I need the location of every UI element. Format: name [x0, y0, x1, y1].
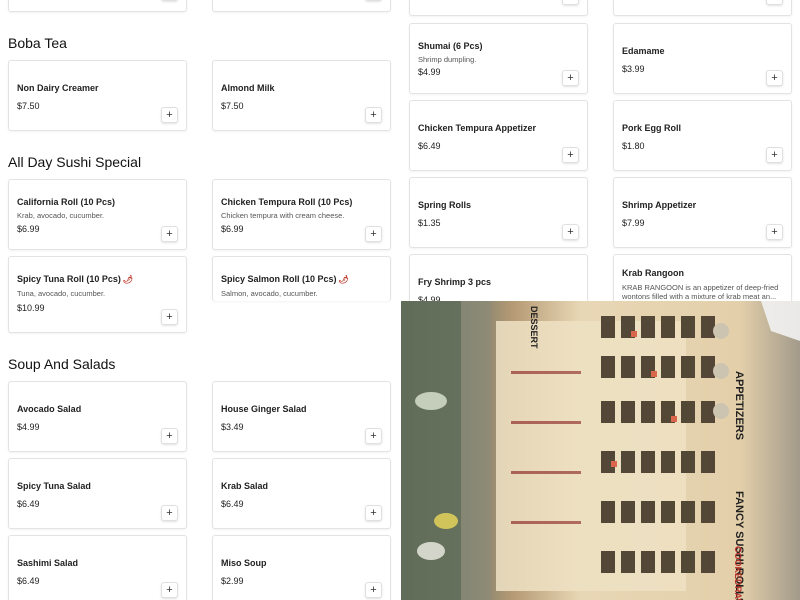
item-name: Sashimi Salad: [17, 558, 79, 568]
item-name: Spicy Tuna Roll (10 Pcs) 🌶: [17, 274, 133, 284]
item-name: Shrimp Appetizer: [622, 200, 697, 210]
item-price: $6.49: [418, 141, 441, 151]
item-price: $7.99: [622, 218, 645, 228]
add-button[interactable]: +: [766, 147, 783, 163]
menu-item-card[interactable]: Miso Soup $2.99 +: [212, 535, 391, 600]
menu-item-card[interactable]: Avocado Salad $4.99 +: [8, 381, 187, 452]
item-name-text: Spicy Salmon Roll (10 Pcs): [221, 274, 337, 284]
item-name-text: Spicy Tuna Roll (10 Pcs): [17, 274, 121, 284]
menu-item-card[interactable]: Spicy Salmon Roll (10 Pcs) 🌶 Salmon, avoc…: [212, 256, 391, 301]
add-button[interactable]: +: [161, 0, 178, 1]
item-price: $3.99: [622, 64, 645, 74]
menu-photo: APPETIZERS FANCY SUSHI ROLLS DESSERT COO…: [401, 301, 800, 600]
add-button[interactable]: +: [365, 582, 382, 598]
add-button[interactable]: +: [766, 0, 783, 5]
item-price: $7.50: [17, 101, 40, 111]
item-name: Avocado Salad: [17, 404, 82, 414]
item-name: California Roll (10 Pcs): [17, 197, 116, 207]
chili-icon: 🌶: [338, 275, 349, 284]
item-name: Non Dairy Creamer: [17, 83, 99, 93]
menu-item-card[interactable]: +: [613, 0, 792, 16]
add-button[interactable]: +: [562, 70, 579, 86]
add-button[interactable]: +: [562, 147, 579, 163]
add-button[interactable]: +: [365, 107, 382, 123]
section-title-soup-salads: Soup And Salads: [8, 356, 116, 372]
menu-item-card[interactable]: Pork Egg Roll $1.80 +: [613, 100, 792, 171]
item-name: Chicken Tempura Roll (10 Pcs): [221, 197, 353, 207]
add-button[interactable]: +: [365, 428, 382, 444]
item-name: Chicken Tempura Appetizer: [418, 123, 537, 133]
item-name: Spicy Tuna Salad: [17, 481, 91, 491]
menu-item-card[interactable]: California Roll (10 Pcs) Krab, avocado, …: [8, 179, 187, 250]
photo-heading-cooked: COOKED: [733, 546, 743, 586]
item-price: $6.49: [17, 576, 40, 586]
item-price: $6.49: [221, 499, 244, 509]
item-price: $1.80: [622, 141, 645, 151]
add-button[interactable]: +: [161, 505, 178, 521]
item-description: Salmon, avocado, cucumber.: [221, 289, 318, 298]
chili-icon: 🌶: [122, 275, 134, 284]
item-price: $1.35: [418, 218, 441, 228]
photo-heading-dessert: DESSERT: [529, 306, 539, 349]
item-price: $6.49: [17, 499, 40, 509]
add-button[interactable]: +: [161, 582, 178, 598]
menu-item-card[interactable]: Spicy Tuna Roll (10 Pcs) 🌶 Tuna, avocado,…: [8, 256, 187, 333]
menu-item-card[interactable]: +: [8, 0, 187, 12]
add-button[interactable]: +: [562, 0, 579, 5]
menu-item-card[interactable]: +: [212, 0, 391, 12]
menu-item-card[interactable]: Non Dairy Creamer $7.50 +: [8, 60, 187, 131]
add-button[interactable]: +: [766, 70, 783, 86]
add-button[interactable]: +: [365, 0, 382, 1]
menu-item-card[interactable]: Chicken Tempura Roll (10 Pcs) Chicken te…: [212, 179, 391, 250]
item-name: Miso Soup: [221, 558, 267, 568]
item-description: Tuna, avocado, cucumber.: [17, 289, 106, 298]
add-button[interactable]: +: [365, 505, 382, 521]
menu-item-card[interactable]: Spring Rolls $1.35 +: [409, 177, 588, 248]
add-button[interactable]: +: [766, 224, 783, 240]
item-price: $7.50: [221, 101, 244, 111]
section-title-sushi-special: All Day Sushi Special: [8, 154, 142, 170]
item-description: Krab, avocado, cucumber.: [17, 211, 105, 220]
item-description: KRAB RANGOON is an appetizer of deep-fri…: [622, 283, 779, 301]
item-name: Fry Shrimp 3 pcs: [418, 277, 492, 287]
add-button[interactable]: +: [365, 226, 382, 242]
section-title-boba-tea: Boba Tea: [8, 35, 67, 51]
menu-photo-image: APPETIZERS FANCY SUSHI ROLLS DESSERT COO…: [401, 301, 800, 600]
add-button[interactable]: +: [161, 428, 178, 444]
item-description: Shrimp dumpling.: [418, 55, 477, 64]
photo-heading-appetizers: APPETIZERS: [733, 371, 745, 440]
item-price: $6.99: [17, 224, 40, 234]
item-price: $4.99: [418, 67, 441, 77]
menu-item-card[interactable]: Shumai (6 Pcs) Shrimp dumpling. $4.99 +: [409, 23, 588, 94]
menu-item-card[interactable]: Almond Milk $7.50 +: [212, 60, 391, 131]
item-price: $10.99: [17, 303, 45, 313]
item-name: Pork Egg Roll: [622, 123, 682, 133]
item-name: Edamame: [622, 46, 665, 56]
item-price: $2.99: [221, 576, 244, 586]
item-name: Krab Salad: [221, 481, 269, 491]
item-name: Krab Rangoon: [622, 268, 684, 278]
menu-item-card[interactable]: Chicken Tempura Appetizer $6.49 +: [409, 100, 588, 171]
menu-item-card[interactable]: +: [409, 0, 588, 16]
add-button[interactable]: +: [161, 107, 178, 123]
item-description: Chicken tempura with cream cheese.: [221, 211, 345, 220]
item-price: $6.99: [221, 224, 244, 234]
photo-heading-raw: RAW: [733, 586, 743, 600]
menu-item-card[interactable]: Shrimp Appetizer $7.99 +: [613, 177, 792, 248]
menu-item-card[interactable]: House Ginger Salad $3.49 +: [212, 381, 391, 452]
item-name: Shumai (6 Pcs): [418, 41, 483, 51]
add-button[interactable]: +: [161, 226, 178, 242]
item-name: Spicy Salmon Roll (10 Pcs) 🌶: [221, 274, 349, 284]
item-name: Almond Milk: [221, 83, 275, 93]
item-price: $3.49: [221, 422, 244, 432]
add-button[interactable]: +: [562, 224, 579, 240]
menu-item-card[interactable]: Edamame $3.99 +: [613, 23, 792, 94]
menu-item-card[interactable]: Spicy Tuna Salad $6.49 +: [8, 458, 187, 529]
menu-item-card[interactable]: Sashimi Salad $6.49 +: [8, 535, 187, 600]
add-button[interactable]: +: [161, 309, 178, 325]
menu-item-card[interactable]: Krab Salad $6.49 +: [212, 458, 391, 529]
item-price: $4.99: [17, 422, 40, 432]
item-name: Spring Rolls: [418, 200, 472, 210]
item-name: House Ginger Salad: [221, 404, 307, 414]
